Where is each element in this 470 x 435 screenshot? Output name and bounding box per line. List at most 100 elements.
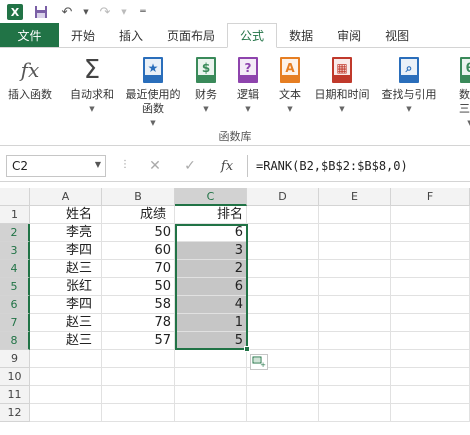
row-header-3[interactable]: 3: [0, 242, 30, 260]
cell-a6[interactable]: 李四: [30, 296, 102, 314]
lookup-button[interactable]: ⌕ 查找与引用 ▼: [376, 54, 442, 116]
column-header-d[interactable]: D: [247, 188, 319, 206]
cell-f9[interactable]: [391, 350, 470, 368]
cell-c6[interactable]: 4: [175, 296, 247, 314]
cell-f11[interactable]: [391, 386, 470, 404]
formula-input[interactable]: =RANK(B2,$B$2:$B$8,0): [247, 155, 470, 177]
redo-icon[interactable]: ↷: [94, 2, 116, 22]
select-all-corner[interactable]: [0, 188, 30, 206]
column-header-c[interactable]: C: [175, 188, 247, 206]
cell-a12[interactable]: [30, 404, 102, 422]
cell-d2[interactable]: [247, 224, 319, 242]
cell-f8[interactable]: [391, 332, 470, 350]
cell-b11[interactable]: [102, 386, 175, 404]
cell-c3[interactable]: 3: [175, 242, 247, 260]
cell-d3[interactable]: [247, 242, 319, 260]
row-header-6[interactable]: 6: [0, 296, 30, 314]
cell-a1[interactable]: 姓名: [30, 206, 102, 224]
cell-f2[interactable]: [391, 224, 470, 242]
insert-function-button[interactable]: fx 插入函数: [2, 54, 58, 102]
tab-formulas[interactable]: 公式: [227, 23, 278, 48]
row-header-2[interactable]: 2: [0, 224, 30, 242]
row-header-12[interactable]: 12: [0, 404, 30, 422]
cell-c5[interactable]: 6: [175, 278, 247, 296]
save-icon[interactable]: [30, 2, 52, 22]
cell-d12[interactable]: [247, 404, 319, 422]
tab-page-layout[interactable]: 页面布局: [155, 23, 227, 47]
row-header-4[interactable]: 4: [0, 260, 30, 278]
cell-c2[interactable]: 6: [175, 224, 247, 242]
insert-function-fx-icon[interactable]: fx: [217, 156, 237, 176]
cell-d6[interactable]: [247, 296, 319, 314]
row-header-1[interactable]: 1: [0, 206, 30, 224]
cell-f1[interactable]: [391, 206, 470, 224]
column-header-b[interactable]: B: [102, 188, 175, 206]
fill-handle[interactable]: [244, 346, 250, 352]
cell-b8[interactable]: 57: [102, 332, 175, 350]
column-header-e[interactable]: E: [319, 188, 391, 206]
cell-d4[interactable]: [247, 260, 319, 278]
cell-b9[interactable]: [102, 350, 175, 368]
cell-f5[interactable]: [391, 278, 470, 296]
cell-e12[interactable]: [319, 404, 391, 422]
cell-e1[interactable]: [319, 206, 391, 224]
cell-c12[interactable]: [175, 404, 247, 422]
cell-e9[interactable]: [319, 350, 391, 368]
cell-f7[interactable]: [391, 314, 470, 332]
tab-review[interactable]: 审阅: [325, 23, 373, 47]
name-box[interactable]: C2 ▼: [6, 155, 106, 177]
recently-used-button[interactable]: ★ 最近使用的 函数 ▼: [120, 54, 186, 130]
cell-a3[interactable]: 李四: [30, 242, 102, 260]
row-header-10[interactable]: 10: [0, 368, 30, 386]
customize-qat-icon[interactable]: ═: [132, 2, 154, 22]
chevron-down-icon[interactable]: ▼: [95, 160, 101, 169]
cell-e2[interactable]: [319, 224, 391, 242]
cell-d7[interactable]: [247, 314, 319, 332]
autosum-button[interactable]: Σ 自动求和 ▼: [66, 54, 118, 116]
cell-f6[interactable]: [391, 296, 470, 314]
cell-b4[interactable]: 70: [102, 260, 175, 278]
enter-icon[interactable]: ✓: [180, 156, 200, 176]
cell-c10[interactable]: [175, 368, 247, 386]
cell-a2[interactable]: 李亮: [30, 224, 102, 242]
cell-c9[interactable]: [175, 350, 247, 368]
cell-e6[interactable]: [319, 296, 391, 314]
tab-home[interactable]: 开始: [59, 23, 107, 47]
cell-a7[interactable]: 赵三: [30, 314, 102, 332]
cell-a8[interactable]: 赵三: [30, 332, 102, 350]
cell-b7[interactable]: 78: [102, 314, 175, 332]
cell-e11[interactable]: [319, 386, 391, 404]
cell-d1[interactable]: [247, 206, 319, 224]
column-header-f[interactable]: F: [391, 188, 470, 206]
cell-d10[interactable]: [247, 368, 319, 386]
tab-insert[interactable]: 插入: [107, 23, 155, 47]
worksheet-grid[interactable]: A B C D E F 1 姓名 成绩 排名 2 李亮 50 6 3 李四 60 3 4 赵三 70 2 5 张红 50 6 6 李四…: [0, 188, 470, 435]
date-time-button[interactable]: ▦ 日期和时间 ▼: [310, 54, 374, 116]
tab-data[interactable]: 数据: [277, 23, 325, 47]
cell-c7[interactable]: 1: [175, 314, 247, 332]
cell-a11[interactable]: [30, 386, 102, 404]
row-header-9[interactable]: 9: [0, 350, 30, 368]
tab-view[interactable]: 视图: [373, 23, 421, 47]
cell-e4[interactable]: [319, 260, 391, 278]
undo-icon[interactable]: ↶: [56, 2, 78, 22]
row-header-5[interactable]: 5: [0, 278, 30, 296]
math-trig-button[interactable]: θ数学 三角▼: [450, 54, 470, 130]
cell-a5[interactable]: 张红: [30, 278, 102, 296]
cell-e8[interactable]: [319, 332, 391, 350]
cell-d5[interactable]: [247, 278, 319, 296]
row-header-7[interactable]: 7: [0, 314, 30, 332]
row-header-11[interactable]: 11: [0, 386, 30, 404]
cell-c8[interactable]: 5: [175, 332, 247, 350]
text-button[interactable]: A 文本 ▼: [272, 54, 308, 116]
cell-f4[interactable]: [391, 260, 470, 278]
cell-a10[interactable]: [30, 368, 102, 386]
cell-f3[interactable]: [391, 242, 470, 260]
financial-button[interactable]: $ 财务 ▼: [188, 54, 224, 116]
auto-fill-options-icon[interactable]: +: [250, 354, 268, 370]
redo-dropdown-icon[interactable]: ▼: [120, 2, 128, 22]
cell-b5[interactable]: 50: [102, 278, 175, 296]
cell-a4[interactable]: 赵三: [30, 260, 102, 278]
tab-file[interactable]: 文件: [0, 23, 59, 47]
cell-b10[interactable]: [102, 368, 175, 386]
